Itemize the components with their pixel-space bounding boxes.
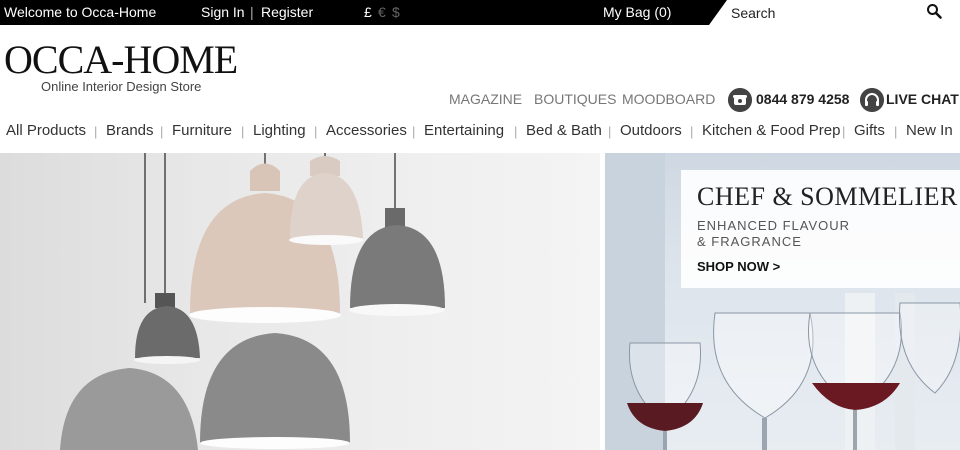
live-chat-link[interactable]: LIVE CHAT — [886, 91, 959, 107]
nav-divider: | — [241, 124, 245, 139]
currency-eur[interactable]: € — [378, 4, 386, 20]
site-logo[interactable]: OCCA-HOME — [4, 38, 238, 82]
nav-gifts[interactable]: Gifts — [854, 122, 885, 139]
nav-magazine[interactable]: MAGAZINE — [449, 91, 522, 107]
hero-banner-lighting[interactable] — [0, 153, 600, 450]
phone-number: 0844 879 4258 — [756, 91, 850, 107]
nav-divider: | — [608, 124, 612, 139]
nav-divider: | — [314, 124, 318, 139]
nav-all-products[interactable]: All Products — [6, 122, 86, 139]
site-tagline: Online Interior Design Store — [41, 79, 202, 94]
nav-lighting[interactable]: Lighting — [253, 122, 306, 139]
search-icon[interactable] — [926, 3, 942, 19]
headset-icon[interactable] — [860, 88, 884, 112]
register-link[interactable]: Register — [261, 4, 313, 20]
nav-entertaining[interactable]: Entertaining — [424, 122, 504, 139]
nav-divider: | — [94, 124, 98, 139]
nav-divider: | — [894, 124, 898, 139]
search-box — [709, 0, 960, 25]
nav-accessories[interactable]: Accessories — [326, 122, 407, 139]
nav-kitchen-food-prep[interactable]: Kitchen & Food Prep — [702, 122, 840, 139]
my-bag-link[interactable]: My Bag (0) — [603, 4, 671, 20]
welcome-text: Welcome to Occa-Home — [4, 4, 157, 20]
divider: | — [250, 4, 254, 20]
nav-furniture[interactable]: Furniture — [172, 122, 232, 139]
nav-divider: | — [412, 124, 416, 139]
promo-subtitle-line2: & FRAGRANCE — [697, 234, 802, 249]
nav-boutiques[interactable]: BOUTIQUES — [534, 91, 616, 107]
promo-subtitle-line1: ENHANCED FLAVOUR — [697, 218, 851, 233]
nav-divider: | — [514, 124, 518, 139]
promo-title: CHEF & SOMMELIER — [697, 182, 958, 211]
nav-outdoors[interactable]: Outdoors — [620, 122, 682, 139]
search-input[interactable] — [731, 3, 931, 22]
promo-box: CHEF & SOMMELIER ENHANCED FLAVOUR & FRAG… — [681, 170, 960, 288]
nav-divider: | — [690, 124, 694, 139]
shop-now-link[interactable]: SHOP NOW > — [697, 259, 780, 274]
sign-in-link[interactable]: Sign In — [201, 4, 245, 20]
nav-moodboard[interactable]: MOODBOARD — [622, 91, 715, 107]
nav-brands[interactable]: Brands — [106, 122, 154, 139]
currency-gbp[interactable]: £ — [364, 4, 372, 20]
main-navigation: All Products | Brands | Furniture | Ligh… — [0, 122, 960, 142]
nav-divider: | — [160, 124, 164, 139]
phone-icon — [728, 88, 752, 112]
currency-usd[interactable]: $ — [392, 4, 400, 20]
nav-bed-bath[interactable]: Bed & Bath — [526, 122, 602, 139]
pendant-lamps-image — [60, 153, 445, 450]
nav-new-in[interactable]: New In — [906, 122, 953, 139]
nav-divider: | — [842, 124, 846, 139]
